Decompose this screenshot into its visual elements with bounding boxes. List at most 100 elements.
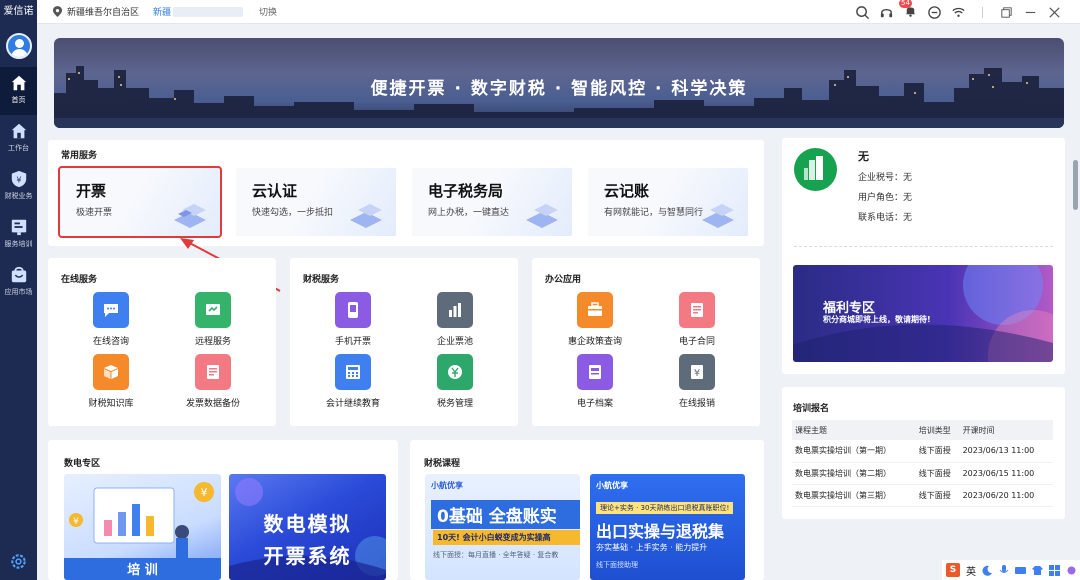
column-header: 培训类型: [915, 420, 960, 440]
table-row[interactable]: 数电票实操培训（第三期） 线下面授 2023/06/20 11:00: [792, 484, 1053, 507]
app-label: 税务管理: [436, 399, 473, 409]
keyboard-icon[interactable]: [1015, 565, 1026, 576]
sidebar-item-workbench[interactable]: 工作台: [0, 115, 37, 163]
app-accounting-education[interactable]: 会计继续教育: [313, 354, 393, 409]
company-name[interactable]: 新疆: [153, 5, 244, 18]
banner-slogan: 便捷开票 · 数字财税 · 智能风控 · 科学决策: [370, 79, 748, 99]
cube-decoration-icon: [526, 204, 558, 228]
wifi-icon[interactable]: [951, 5, 966, 20]
chat-icon: [93, 292, 129, 328]
switch-button[interactable]: 切换: [259, 5, 277, 18]
app-online-consult[interactable]: 在线咨询: [71, 292, 151, 347]
course-tag: 理论+实务 · 30天熟练出口退税真账职位!: [596, 502, 734, 514]
thumbnail-text: 培 训: [127, 563, 158, 578]
table-cell: 线下面授: [915, 462, 960, 485]
section-title: 在线服务: [61, 275, 98, 285]
notification-button[interactable]: 54: [899, 0, 918, 21]
course-subline: 10天! 会计小白蜕变成为实操高: [433, 530, 580, 545]
sidebar-item-home[interactable]: 首页: [0, 67, 37, 115]
app-knowledge-base[interactable]: 财税知识库: [71, 354, 151, 409]
company-blur: [173, 6, 244, 17]
headset-icon[interactable]: [879, 5, 894, 20]
location-pin-icon: [53, 6, 62, 17]
document-icon: [195, 354, 231, 390]
avatar[interactable]: [5, 33, 32, 59]
service-card-cloud-accounting[interactable]: 云记账 有网就能记，与智慧同行: [588, 168, 748, 236]
sidebar-item-training[interactable]: 服务培训: [0, 211, 37, 259]
app-invoice-pool[interactable]: 企业票池: [415, 292, 495, 347]
contract-icon: [679, 292, 715, 328]
app-invoice-backup[interactable]: 发票数据备份: [173, 354, 253, 409]
app-online-reimbursement[interactable]: ¥ 在线报销: [657, 354, 737, 409]
service-card-cloud-cert[interactable]: 云认证 快速勾选，一步抵扣: [236, 168, 396, 236]
moon-icon[interactable]: [982, 565, 993, 576]
building-icon: [804, 156, 823, 180]
app-policy-query[interactable]: 惠企政策查询: [555, 292, 635, 347]
restore-window-icon[interactable]: [999, 5, 1014, 20]
app-label: 手机开票: [334, 337, 371, 347]
course-footnote: 线下面授：每月直播 · 全年答疑 · 复合教: [433, 551, 559, 559]
sidebar-item-store[interactable]: 应用市场: [0, 259, 37, 307]
sidebar: 爱信诺 首页 工作台 ¥ 财税业务 服务培训 应用市场: [0, 0, 37, 580]
company-logo: [794, 148, 837, 191]
digital-invoice-simulator-thumbnail[interactable]: 数电模拟 开票系统: [229, 474, 386, 580]
sidebar-item-tax[interactable]: ¥ 财税业务: [0, 163, 37, 211]
archive-icon: [577, 354, 613, 390]
sidebar-item-label: 工作台: [8, 144, 29, 152]
office-apps-panel: 办公应用 惠企政策查询 电子合同 电子档案 ¥ 在线报销: [532, 258, 760, 426]
promo-subtitle: 积分商城即将上线，敬请期待!: [823, 315, 931, 324]
topbar: 新疆维吾尔自治区 新疆 切换 54: [37, 0, 1080, 24]
app-e-contract[interactable]: 电子合同: [657, 292, 737, 347]
ime-logo-icon: S: [946, 563, 960, 577]
hero-banner[interactable]: 便捷开票 · 数字财税 · 智能风控 · 科学决策: [54, 38, 1064, 128]
location-selector[interactable]: 新疆维吾尔自治区: [53, 5, 139, 18]
table-cell: 线下面授: [915, 484, 960, 507]
table-row[interactable]: 数电票实操培训（第二期） 线下面授 2023/06/15 11:00: [792, 462, 1053, 485]
notification-badge: 54: [899, 0, 912, 8]
course-thumbnail-accounting[interactable]: 小航优享 0基础 全盘账实 10天! 会计小白蜕变成为实操高 线下面授：每月直播…: [425, 474, 580, 580]
tax-id-field: 企业税号：无: [858, 173, 913, 183]
minimize-window-icon[interactable]: [1023, 5, 1038, 20]
ime-language[interactable]: 英: [966, 563, 976, 578]
svg-text:¥: ¥: [73, 517, 79, 527]
app-mobile-invoice[interactable]: 手机开票: [313, 292, 393, 347]
column-header: 课程主题: [792, 420, 916, 440]
app-e-archive[interactable]: 电子档案: [555, 354, 635, 409]
app-label: 会计继续教育: [325, 399, 380, 409]
welfare-banner[interactable]: 福利专区 积分商城即将上线，敬请期待!: [793, 265, 1053, 362]
settings-icon[interactable]: [9, 552, 28, 571]
table-row[interactable]: 数电票实操培训（第一期） 线下面授 2023/06/13 11:00: [792, 440, 1053, 463]
thumbnail-title-line2: 开票系统: [263, 544, 352, 568]
cube-decoration-icon: [702, 204, 734, 228]
service-card-invoice[interactable]: 开票 极速开票: [58, 166, 222, 238]
microphone-icon[interactable]: [999, 564, 1009, 576]
sidebar-item-label: 首页: [11, 96, 26, 104]
course-thumbnail-export[interactable]: 小航优享 理论+实务 · 30天熟练出口退税真账职位! 出口实操与退税集 夯实基…: [590, 474, 745, 580]
briefcase-icon: [577, 292, 613, 328]
company-profile-panel: 无 企业税号：无 用户角色：无 联系电话：无 福利专区 积分商城即将上线，敬请期…: [782, 138, 1065, 374]
close-icon[interactable]: [1047, 5, 1062, 20]
course-brand: 小航优享: [596, 481, 628, 490]
service-card-etax[interactable]: 电子税务局 网上办税，一键直达: [412, 168, 572, 236]
scrollbar-thumb[interactable]: [1073, 160, 1078, 210]
svg-text:¥: ¥: [16, 175, 21, 185]
shield-icon: ¥: [11, 170, 26, 188]
section-title: 常用服务: [61, 151, 98, 161]
table-cell: 线下面授: [915, 440, 960, 463]
search-icon[interactable]: [855, 5, 870, 20]
app-remote-service[interactable]: 远程服务: [173, 292, 253, 347]
divider: [794, 246, 1053, 247]
tax-management-icon: [437, 354, 473, 390]
grid-icon[interactable]: [1049, 564, 1060, 576]
shirt-icon[interactable]: [1032, 565, 1043, 576]
minus-circle-icon[interactable]: [927, 5, 942, 20]
user-role-field: 用户角色：无: [858, 193, 913, 203]
table-cell: 数电票实操培训（第一期）: [792, 440, 916, 463]
flower-icon[interactable]: [1066, 565, 1077, 576]
app-label: 在线报销: [678, 399, 715, 409]
digital-training-thumbnail[interactable]: ¥ ¥ 培 训: [64, 474, 221, 580]
ime-toolbar[interactable]: S 英: [942, 560, 1080, 580]
toolbar: 54: [855, 0, 1062, 21]
app-tax-management[interactable]: 税务管理: [415, 354, 495, 409]
table-cell: 2023/06/20 11:00: [959, 484, 1053, 507]
